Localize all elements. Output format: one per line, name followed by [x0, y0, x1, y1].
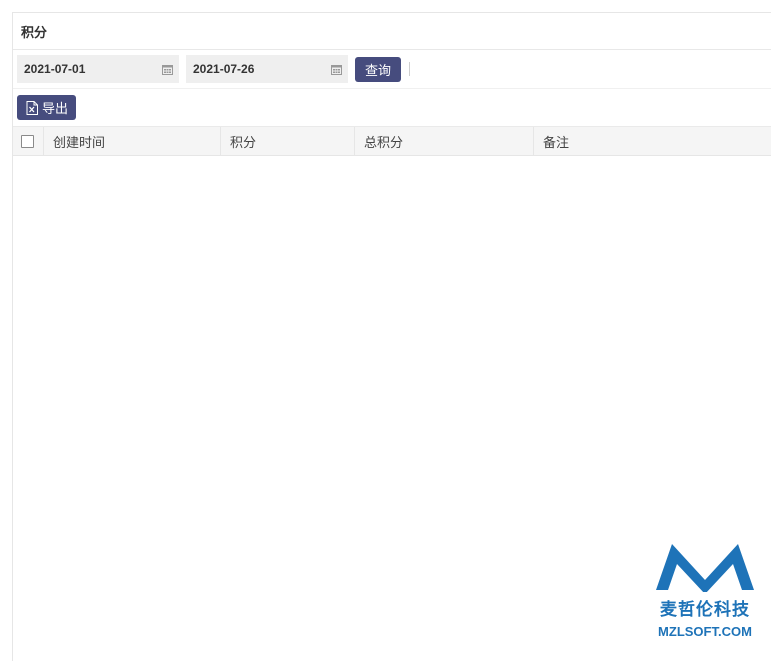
column-header-created-time[interactable]: 创建时间 — [44, 127, 221, 155]
filter-toolbar: 2021-07-01 2021-07-26 查询 — [13, 50, 771, 89]
select-all-checkbox[interactable] — [21, 134, 34, 148]
column-header-total-points[interactable]: 总积分 — [355, 127, 534, 155]
toolbar-divider — [409, 62, 411, 76]
panel-header: 积分 — [13, 13, 771, 50]
start-date-input[interactable]: 2021-07-01 — [17, 55, 179, 83]
brand-watermark: 麦哲伦科技 MZLSOFT.COM — [646, 540, 764, 639]
action-bar: 导出 — [13, 89, 771, 126]
end-date-value: 2021-07-26 — [193, 62, 255, 76]
end-date-input[interactable]: 2021-07-26 — [186, 55, 348, 83]
column-header-points[interactable]: 积分 — [221, 127, 355, 155]
export-button[interactable]: 导出 — [17, 95, 77, 120]
mzlsoft-logo-mark — [656, 544, 754, 592]
export-label: 导出 — [42, 102, 69, 117]
select-all-cell — [13, 127, 44, 155]
calendar-icon[interactable] — [331, 64, 342, 75]
brand-name-cn: 麦哲伦科技 — [660, 600, 750, 620]
excel-file-icon — [26, 100, 38, 115]
start-date-value: 2021-07-01 — [24, 62, 86, 76]
column-header-remarks[interactable]: 备注 — [534, 127, 771, 155]
page-title: 积分 — [21, 25, 48, 41]
brand-domain: MZLSOFT.COM — [658, 624, 752, 639]
table-header: 创建时间 积分 总积分 备注 — [13, 126, 771, 156]
query-button[interactable]: 查询 — [355, 56, 402, 82]
calendar-icon[interactable] — [162, 64, 173, 75]
